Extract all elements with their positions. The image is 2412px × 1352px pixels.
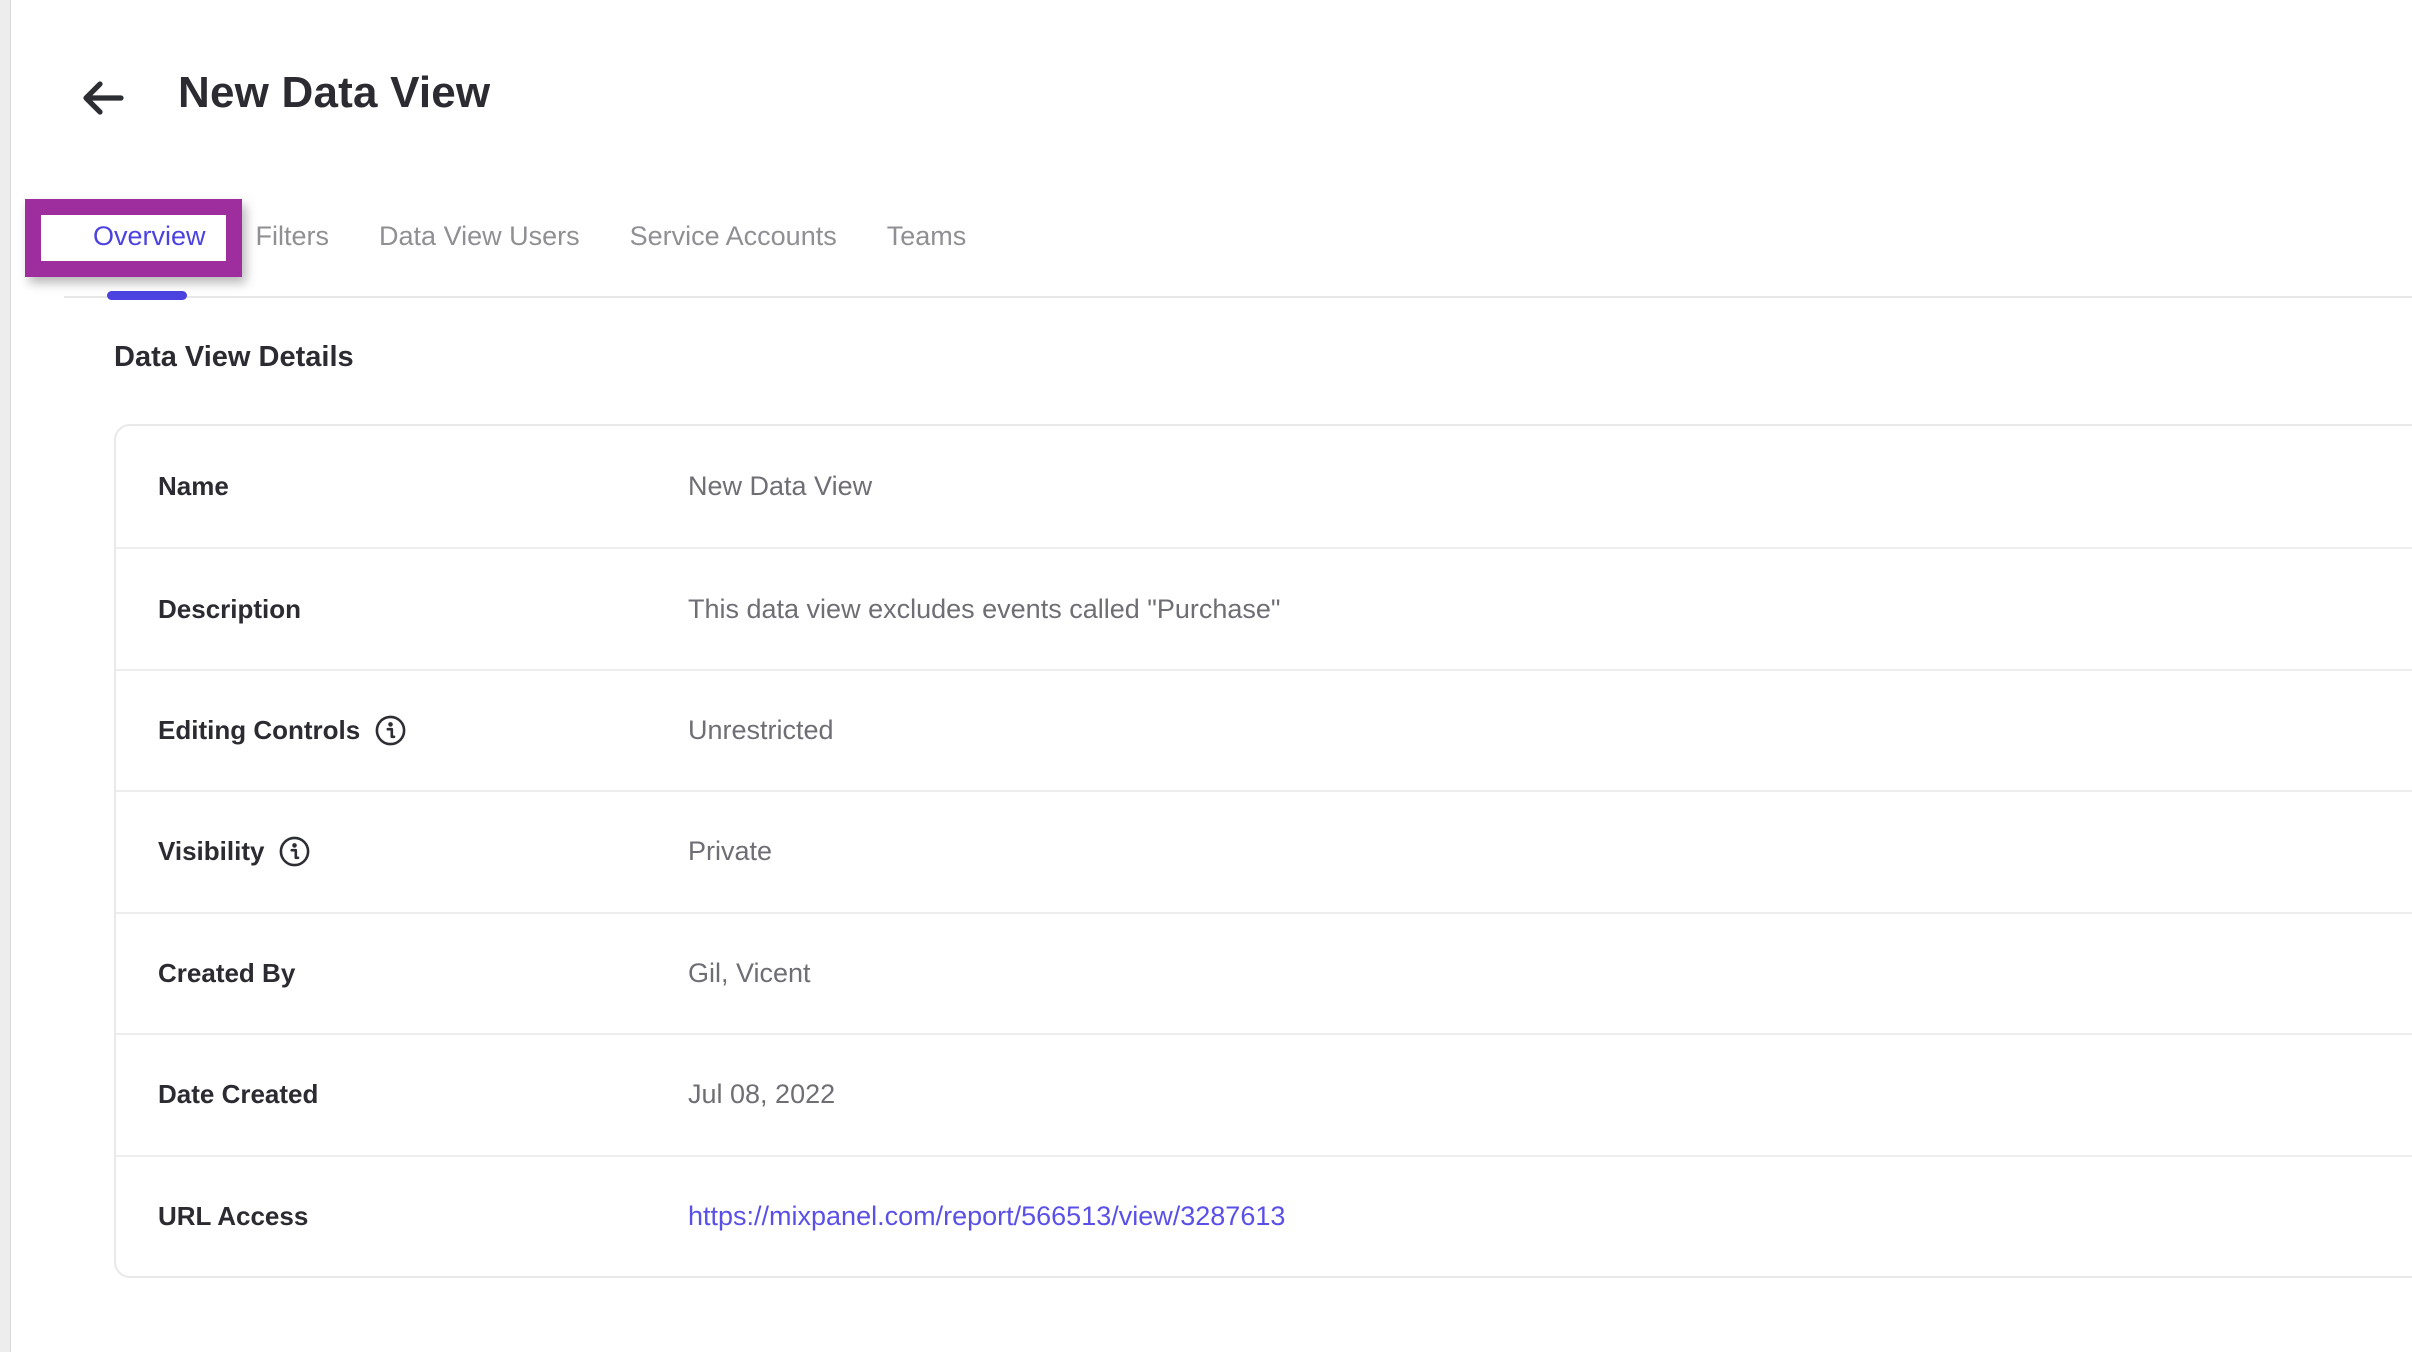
detail-label-text: URL Access bbox=[158, 1201, 308, 1232]
detail-row-url-access: URL Access https://mixpanel.com/report/56… bbox=[116, 1155, 2412, 1276]
detail-label: URL Access bbox=[158, 1201, 688, 1232]
page-title: New Data View bbox=[178, 68, 490, 118]
detail-label-text: Date Created bbox=[158, 1079, 318, 1110]
data-view-settings-page: New Data View Overview Filters Data View U… bbox=[0, 0, 2412, 1352]
detail-label: Created By bbox=[158, 958, 688, 989]
detail-row-editing-controls: Editing Controls Unrestricted bbox=[116, 669, 2412, 790]
tab-filters[interactable]: Filters bbox=[256, 221, 330, 252]
detail-label-text: Editing Controls bbox=[158, 715, 360, 746]
detail-value: New Data View bbox=[688, 471, 872, 502]
arrow-left-icon bbox=[80, 80, 124, 116]
active-tab-indicator bbox=[107, 291, 187, 300]
tabs-divider bbox=[64, 296, 2412, 298]
detail-value: Unrestricted bbox=[688, 715, 834, 746]
left-panel-edge bbox=[0, 0, 11, 1352]
section-title: Data View Details bbox=[114, 341, 354, 374]
url-access-link[interactable]: https://mixpanel.com/report/566513/view/… bbox=[688, 1201, 1285, 1231]
data-view-details-card: Name New Data View Description This data vi… bbox=[114, 424, 2412, 1278]
detail-label-text: Created By bbox=[158, 958, 295, 989]
detail-value: Jul 08, 2022 bbox=[688, 1079, 835, 1110]
detail-row-name: Name New Data View bbox=[116, 426, 2412, 547]
detail-label-text: Description bbox=[158, 594, 301, 625]
detail-value: Private bbox=[688, 836, 772, 867]
detail-label-text: Visibility bbox=[158, 836, 264, 867]
tab-overview[interactable]: Overview bbox=[93, 221, 206, 252]
detail-label: Date Created bbox=[158, 1079, 688, 1110]
detail-row-visibility: Visibility Private bbox=[116, 790, 2412, 911]
detail-row-description: Description This data view excludes event… bbox=[116, 547, 2412, 668]
detail-value: https://mixpanel.com/report/566513/view/… bbox=[688, 1201, 1285, 1232]
tab-service-accounts[interactable]: Service Accounts bbox=[630, 221, 837, 252]
tab-teams[interactable]: Teams bbox=[887, 221, 967, 252]
detail-label: Visibility bbox=[158, 835, 688, 868]
back-button[interactable] bbox=[74, 72, 130, 124]
tab-data-view-users[interactable]: Data View Users bbox=[379, 221, 580, 252]
info-icon[interactable] bbox=[374, 714, 407, 747]
detail-row-date-created: Date Created Jul 08, 2022 bbox=[116, 1033, 2412, 1154]
detail-value: This data view excludes events called "P… bbox=[688, 594, 1280, 625]
detail-label-text: Name bbox=[158, 471, 229, 502]
detail-row-created-by: Created By Gil, Vicent bbox=[116, 912, 2412, 1033]
detail-label: Name bbox=[158, 471, 688, 502]
detail-value: Gil, Vicent bbox=[688, 958, 811, 989]
info-icon[interactable] bbox=[278, 835, 311, 868]
detail-label: Description bbox=[158, 594, 688, 625]
tab-bar: Overview Filters Data View Users Service Ac… bbox=[93, 221, 966, 252]
detail-label: Editing Controls bbox=[158, 714, 688, 747]
